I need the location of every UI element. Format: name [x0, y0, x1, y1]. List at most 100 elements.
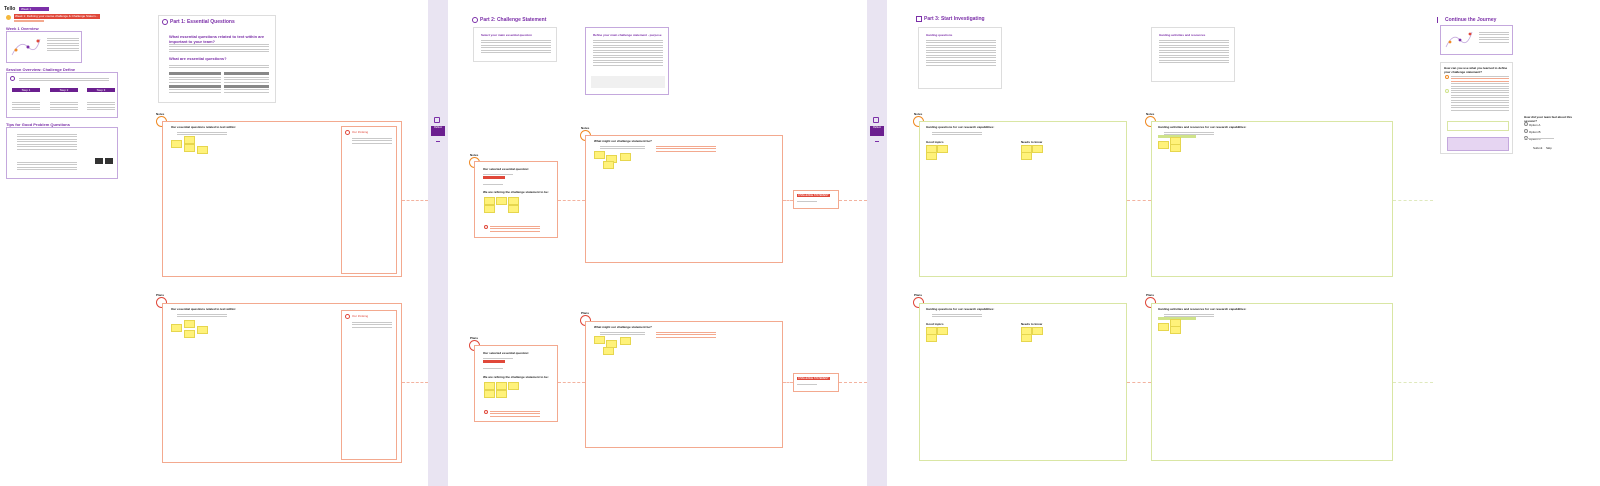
part3-card2-title: Guiding activities and resources — [1159, 33, 1206, 37]
tip-text — [490, 224, 540, 233]
part3-card-2: Guiding activities and resources — [1151, 27, 1235, 82]
sticky-note[interactable] — [171, 140, 182, 148]
sticky-note[interactable] — [171, 324, 182, 332]
sticky-note[interactable] — [484, 197, 495, 205]
part1-notes-board: Our essential questions related to text … — [162, 121, 402, 277]
tip-icon — [484, 225, 488, 229]
sticky-note[interactable] — [937, 327, 948, 335]
sticky-note[interactable] — [508, 205, 519, 213]
part3-title: Part 3: Start Investigating — [924, 16, 985, 22]
select-note — [483, 366, 503, 370]
sticky-note[interactable] — [496, 382, 507, 390]
sticky-note[interactable] — [508, 382, 519, 390]
sticky-note[interactable] — [603, 347, 614, 355]
part2-output-top: CHALLENGE STATEMENT — [793, 190, 839, 209]
part2-card1-title: Select your main essential question — [481, 33, 533, 37]
continue-question: How can you use what you learned to defi… — [1444, 66, 1508, 74]
part2-plans-card: Our selected essential question: We are … — [474, 345, 558, 422]
sticky-note[interactable] — [1021, 334, 1032, 342]
sticky-note[interactable] — [184, 330, 195, 338]
sticky-note[interactable] — [594, 151, 605, 159]
sticky-note[interactable] — [484, 390, 495, 398]
part3-icon — [916, 16, 922, 22]
select-tag — [483, 360, 505, 363]
session-intro — [19, 76, 109, 83]
connector-line — [558, 200, 585, 201]
sticky-note[interactable] — [1158, 323, 1169, 331]
emoji-icon — [6, 15, 11, 20]
select-tag — [483, 176, 505, 179]
thinking-text — [352, 320, 392, 329]
part3-title-row: Part 3: Start Investigating — [916, 15, 1006, 23]
thinking-icon — [345, 130, 350, 135]
tip-image-2 — [105, 158, 113, 164]
part2-prompt-bottom: What might our challenge statement be? — [594, 325, 652, 329]
connector-line — [402, 382, 428, 383]
arrow-icon — [875, 139, 879, 142]
sticky-note[interactable] — [620, 337, 631, 345]
sticky-note[interactable] — [926, 334, 937, 342]
sticky-note[interactable] — [484, 205, 495, 213]
sticky-note[interactable] — [1032, 145, 1043, 153]
week-banner[interactable]: Week 1: Defining your course challenge &… — [14, 14, 100, 19]
sticky-note[interactable] — [1158, 141, 1169, 149]
skip-button[interactable]: Skip — [1546, 146, 1552, 150]
week-badge[interactable]: Week 1 — [19, 7, 49, 11]
part3-prompt-top-left: Guiding questions for our research capab… — [926, 125, 995, 129]
sticky-note[interactable] — [1032, 327, 1043, 335]
tips-text-2 — [17, 160, 77, 172]
col-needs-to-know: Needs to know — [1021, 140, 1043, 144]
part2-card2-title: Refine your main challenge statement - p… — [593, 33, 662, 37]
sticky-note[interactable] — [937, 145, 948, 153]
part2-icon — [472, 17, 478, 23]
sticky-note[interactable] — [1021, 152, 1032, 160]
part2-card-select-bottom: Our selected essential question: — [483, 351, 530, 355]
part2-prompt-top: What might our challenge statement be? — [594, 139, 652, 143]
step-2: Step 2 — [50, 88, 78, 92]
submit-button[interactable]: Submit — [1533, 146, 1542, 150]
part1-table — [169, 72, 221, 102]
reflect-tag[interactable]: Reflect — [431, 126, 445, 136]
sticky-note[interactable] — [594, 336, 605, 344]
output-text — [797, 382, 817, 386]
col-good-topics: Good topics — [926, 322, 944, 326]
sticky-note[interactable] — [1170, 326, 1181, 334]
part3-prompt-bottom-right: Guiding activities and resources for our… — [1158, 307, 1247, 311]
sticky-note[interactable] — [184, 144, 195, 152]
poll-option[interactable]: Option A — [1524, 122, 1540, 127]
thinking-icon — [345, 314, 350, 319]
part1-prompt-top: Our essential questions related to text … — [171, 125, 237, 129]
sticky-note[interactable] — [620, 153, 631, 161]
overview-diagram — [10, 35, 42, 59]
col-needs-to-know: Needs to know — [1021, 322, 1043, 326]
sticky-note[interactable] — [197, 326, 208, 334]
reflect-tag[interactable]: Reflect — [870, 126, 884, 136]
sticky-note[interactable] — [197, 146, 208, 154]
continue-title-row: Continue the Journey — [1437, 16, 1537, 24]
connector-line — [558, 382, 585, 383]
hand-icon — [873, 117, 879, 123]
sticky-note[interactable] — [926, 152, 937, 160]
overview-card — [6, 31, 82, 63]
connector-line — [783, 382, 793, 383]
sticky-note[interactable] — [184, 320, 195, 328]
sticky-note[interactable] — [484, 382, 495, 390]
sticky-note[interactable] — [508, 197, 519, 205]
sticky-note[interactable] — [496, 390, 507, 398]
sticky-note[interactable] — [603, 161, 614, 169]
part2-card2-example — [591, 76, 665, 88]
col-good-topics: Good topics — [926, 140, 944, 144]
sticky-note[interactable] — [184, 136, 195, 144]
step-1-text — [12, 100, 40, 112]
part1-header-card: Part 1: Essential Questions What essenti… — [158, 15, 276, 103]
part2-notes-card: Our selected essential question: We are … — [474, 161, 558, 238]
part2-card1-text — [481, 38, 551, 55]
step-1: Step 1 — [12, 88, 40, 92]
part1-plans-board: Our essential questions related to text … — [162, 303, 402, 463]
poll-option[interactable]: Option B — [1524, 129, 1541, 134]
part1-table-2 — [224, 72, 269, 102]
sticky-note[interactable] — [496, 197, 507, 205]
part3-card1-text — [926, 38, 996, 67]
sticky-note[interactable] — [1170, 144, 1181, 152]
overview-text — [1479, 30, 1509, 44]
